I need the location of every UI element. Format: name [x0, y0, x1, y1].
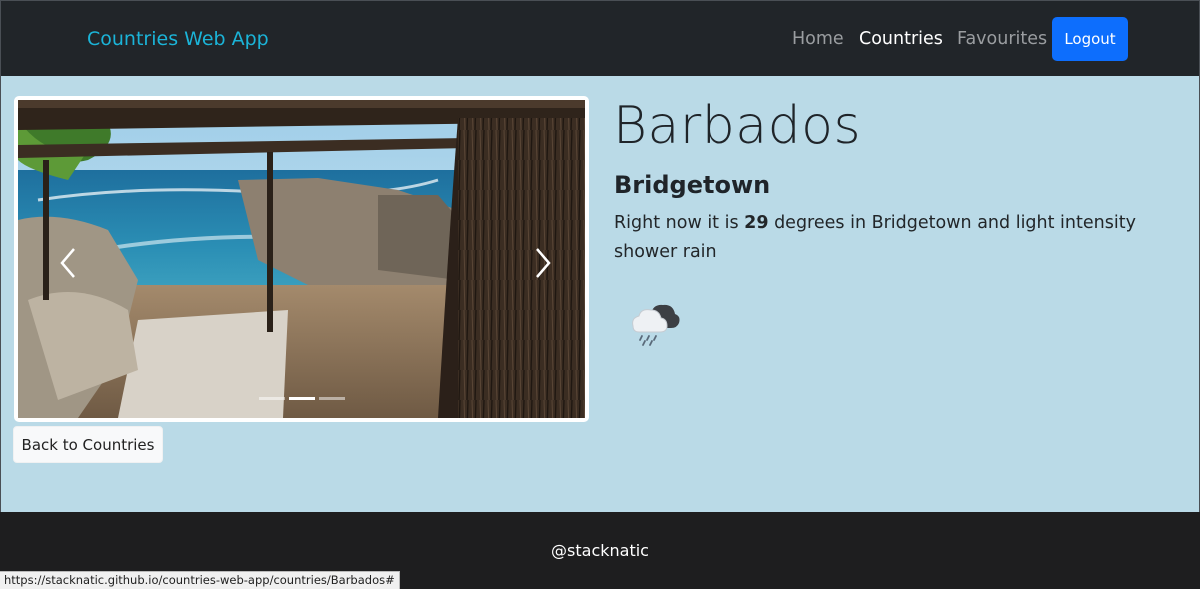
navbar: Countries Web App Home Countries Favouri…: [0, 0, 1200, 76]
brand-link[interactable]: Countries Web App: [87, 28, 269, 50]
temperature-value: 29: [744, 213, 769, 233]
nav-home-link[interactable]: Home: [792, 29, 844, 49]
main-content: Back to Countries Barbados Bridgetown Ri…: [0, 76, 1200, 512]
weather-city: Bridgetown: [871, 213, 972, 233]
carousel-indicator-active[interactable]: [288, 397, 315, 400]
carousel-indicators: [18, 397, 585, 400]
country-name: Barbados: [613, 96, 862, 156]
weather-prefix: Right now it is: [614, 213, 745, 233]
status-bar-url: https://stacknatic.github.io/countries-w…: [0, 571, 400, 589]
carousel-indicator[interactable]: [318, 397, 345, 400]
image-carousel: [14, 96, 589, 422]
country-photo: [18, 100, 585, 418]
capital-name: Bridgetown: [614, 171, 771, 199]
weather-description: Right now it is 29 degrees in Bridgetown…: [614, 209, 1194, 267]
carousel-next-icon[interactable]: [531, 245, 555, 281]
carousel-slide: [18, 100, 585, 418]
rain-cloud-icon: [627, 298, 681, 346]
nav-favourites-link[interactable]: Favourites: [957, 29, 1047, 49]
footer-credit: @stacknatic: [551, 541, 649, 560]
carousel-indicator[interactable]: [258, 397, 285, 400]
weather-connector: and: [971, 213, 1016, 233]
nav-countries-link[interactable]: Countries: [859, 29, 943, 49]
weather-middle: degrees in: [768, 213, 872, 233]
back-to-countries-button[interactable]: Back to Countries: [13, 426, 163, 463]
carousel-prev-icon[interactable]: [56, 245, 80, 281]
logout-button[interactable]: Logout: [1052, 17, 1128, 61]
